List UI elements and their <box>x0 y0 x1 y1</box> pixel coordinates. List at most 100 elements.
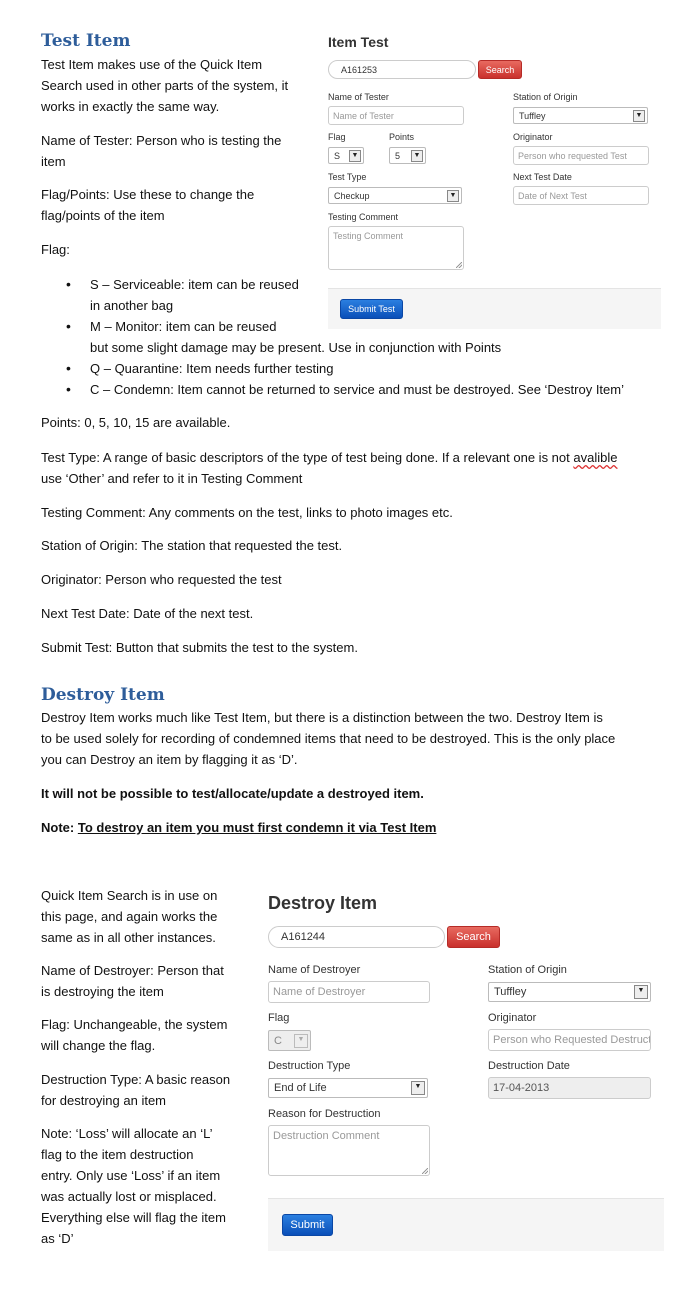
flag-label: Flag <box>328 132 346 142</box>
points-value: 5 <box>395 150 401 161</box>
note-text: To destroy an item you must first condem… <box>77 820 437 835</box>
destroyer-label: Name of Destroyer <box>268 964 361 976</box>
resize-grip-icon[interactable] <box>422 1168 428 1174</box>
reason-textarea[interactable]: Destruction Comment <box>268 1125 430 1176</box>
destruction-type-description: Destruction Type: A basic reason for des… <box>41 1069 230 1111</box>
test-type-description: Test Type: A range of basic descriptors … <box>41 447 681 489</box>
flag-value: C <box>274 1034 282 1047</box>
station-value: Tuffley <box>494 986 527 998</box>
destroy-item-intro: Destroy Item works much like Test Item, … <box>41 707 686 770</box>
originator-input[interactable]: Person who requested Test <box>513 146 649 165</box>
chevron-down-icon: ▼ <box>294 1033 308 1048</box>
station-description: Station of Origin: The station that requ… <box>41 538 343 553</box>
flagpoints-description: Flag/Points: Use these to change the fla… <box>41 184 254 226</box>
text-line: was actually lost or misplaced. <box>41 1189 217 1204</box>
station-label: Station of Origin <box>513 92 578 102</box>
resize-grip-icon[interactable] <box>456 262 462 268</box>
text-line: Test Item makes use of the Quick Item <box>41 57 263 72</box>
reason-label: Reason for Destruction <box>268 1108 381 1120</box>
text-line: will change the flag. <box>41 1038 156 1053</box>
destroyer-input[interactable]: Name of Destroyer <box>268 981 430 1003</box>
destruction-type-select[interactable]: End of Life ▼ <box>268 1078 428 1098</box>
text-line: Search used in other parts of the system… <box>41 78 289 93</box>
item-test-screenshot: Item Test A161253 Search Name of Tester … <box>318 28 663 330</box>
chevron-down-icon: ▼ <box>447 189 459 202</box>
search-button[interactable]: Search <box>478 60 522 79</box>
chevron-down-icon: ▼ <box>634 985 648 999</box>
submit-test-button[interactable]: Submit Test <box>340 299 403 319</box>
station-value: Tuffley <box>519 110 546 121</box>
text-line: to be used solely for recording of conde… <box>41 731 616 746</box>
destruction-date-input: 17-04-2013 <box>488 1077 651 1099</box>
station-select[interactable]: Tuffley ▼ <box>488 982 651 1002</box>
text-line: same as in all other instances. <box>41 930 216 945</box>
originator-input[interactable]: Person who Requested Destructi <box>488 1029 651 1051</box>
chevron-down-icon: ▼ <box>349 149 361 162</box>
text-line: is destroying the item <box>41 984 164 999</box>
destruction-type-value: End of Life <box>274 1082 327 1094</box>
next-test-description: Next Test Date: Date of the next test. <box>41 606 254 621</box>
text-line: Name of Tester: Person who is testing th… <box>41 133 282 148</box>
text-line: Everything else will flag the item <box>41 1210 226 1225</box>
text-line: as ‘D’ <box>41 1231 74 1246</box>
chevron-down-icon: ▼ <box>633 109 645 122</box>
flag-heading: Flag: <box>41 242 70 257</box>
test-item-intro: Test Item makes use of the Quick Item Se… <box>41 54 311 117</box>
submit-button[interactable]: Submit <box>282 1214 333 1236</box>
name-of-tester-input[interactable]: Name of Tester <box>328 106 464 125</box>
item-test-title: Item Test <box>328 34 389 50</box>
name-of-tester-label: Name of Tester <box>328 92 389 102</box>
flag-select[interactable]: S ▼ <box>328 147 364 164</box>
text-line: this page, and again works the <box>41 909 218 924</box>
test-type-value: Checkup <box>334 190 370 201</box>
points-select[interactable]: 5 ▼ <box>389 147 426 164</box>
test-type-label: Test Type <box>328 172 367 182</box>
quick-search-description: Quick Item Search is in use on this page… <box>41 885 251 948</box>
text-line: Test Type: A range of basic descriptors … <box>41 447 681 468</box>
comment-label: Testing Comment <box>328 212 399 222</box>
testing-comment-textarea[interactable]: Testing Comment <box>328 226 464 270</box>
flag-select: C ▼ <box>268 1030 311 1051</box>
loss-note: Note: ‘Loss’ will allocate an ‘L’ flag t… <box>41 1123 226 1249</box>
text-line: use ‘Other’ and refer to it in Testing C… <box>41 471 303 486</box>
testing-comment-description: Testing Comment: Any comments on the tes… <box>41 505 453 520</box>
search-input[interactable]: A161244 <box>268 926 445 948</box>
text-line: Note: ‘Loss’ will allocate an ‘L’ <box>41 1126 213 1141</box>
station-select[interactable]: Tuffley ▼ <box>513 107 648 124</box>
text-line: Destroy Item works much like Test Item, … <box>41 710 603 725</box>
destroy-item-screenshot: Destroy Item A161244 Search Name of Dest… <box>258 886 668 1252</box>
test-type-select[interactable]: Checkup ▼ <box>328 187 462 204</box>
originator-label: Originator <box>488 1012 537 1024</box>
text-line: works in exactly the same way. <box>41 99 220 114</box>
text-line: item <box>41 154 66 169</box>
text-line: Quick Item Search is in use on <box>41 888 218 903</box>
text-line: Destruction Type: A basic reason <box>41 1072 231 1087</box>
misspelled-word: avalible <box>573 450 618 465</box>
points-label: Points <box>389 132 415 142</box>
tester-description: Name of Tester: Person who is testing th… <box>41 130 281 172</box>
text-line: Name of Destroyer: Person that <box>41 963 224 978</box>
text-line: but some slight damage may be present. U… <box>90 340 502 355</box>
note-label: Note: <box>41 820 78 835</box>
test-item-heading: Test Item <box>41 31 131 51</box>
text-line: for destroying an item <box>41 1093 167 1108</box>
destruction-type-label: Destruction Type <box>268 1060 351 1072</box>
text-line: you can Destroy an item by flagging it a… <box>41 752 298 767</box>
search-button[interactable]: Search <box>447 926 500 948</box>
flag-description: Flag: Unchangeable, the system will chan… <box>41 1014 227 1056</box>
points-description: Points: 0, 5, 10, 15 are available. <box>41 415 231 430</box>
station-label: Station of Origin <box>488 964 567 976</box>
comment-placeholder: Testing Comment <box>333 231 404 241</box>
chevron-down-icon: ▼ <box>411 149 423 162</box>
originator-label: Originator <box>513 132 553 142</box>
destroy-item-heading: Destroy Item <box>41 685 165 705</box>
destroyed-warning: It will not be possible to test/allocate… <box>41 786 424 801</box>
destroy-item-title: Destroy Item <box>268 893 378 913</box>
text-line: Flag/Points: Use these to change the <box>41 187 255 202</box>
text-line: entry. Only use ‘Loss’ if an item <box>41 1168 221 1183</box>
reason-placeholder: Destruction Comment <box>273 1130 380 1142</box>
search-input[interactable]: A161253 <box>328 60 476 79</box>
next-test-label: Next Test Date <box>513 172 572 182</box>
text-line: Flag: Unchangeable, the system <box>41 1017 228 1032</box>
next-test-input[interactable]: Date of Next Test <box>513 186 649 205</box>
